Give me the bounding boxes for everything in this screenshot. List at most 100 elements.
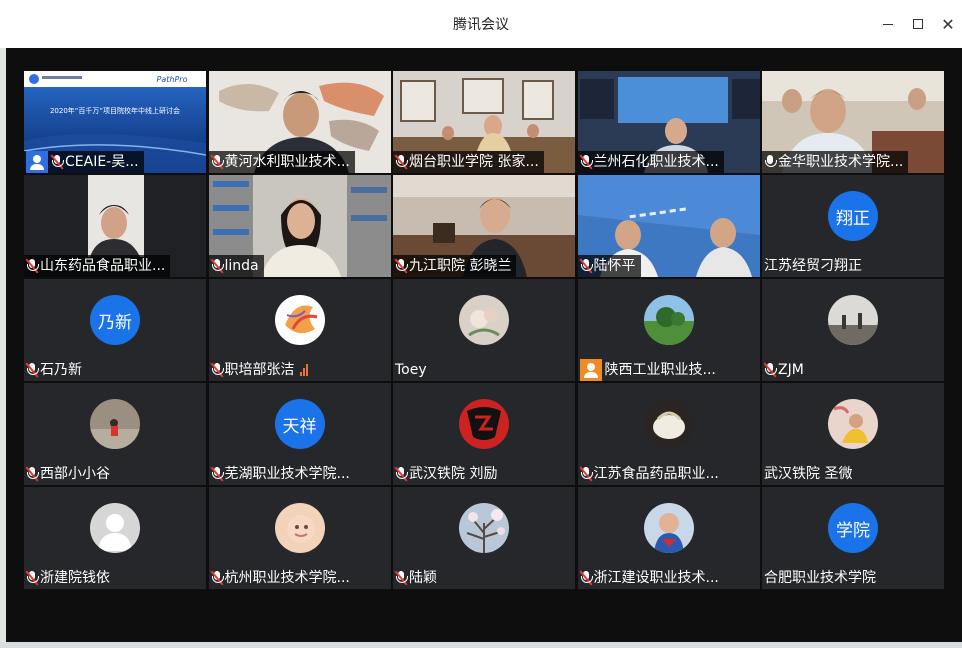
mic-muted-icon: [578, 154, 593, 170]
participant-label: ZJM: [762, 359, 809, 381]
participant-name: 金华职业技术学院...: [778, 154, 904, 170]
participant-tile[interactable]: 杭州职业技术学院...: [208, 487, 391, 589]
participant-tile[interactable]: 浙江建设职业技术...: [577, 487, 760, 589]
mic-muted-icon: [578, 570, 593, 586]
mic-icon: [764, 154, 777, 170]
close-button[interactable]: ✕: [934, 10, 962, 38]
participant-label: 兰州石化职业技术...: [577, 151, 724, 173]
participant-tile[interactable]: 职培部张洁: [208, 279, 391, 381]
participant-label: Toey: [393, 359, 432, 381]
avatar: 天祥: [274, 399, 325, 449]
participant-grid: PathPro 2020年“百千万”项目院校年中线上研讨会 CEAIE-吴...…: [24, 71, 944, 589]
participant-tile[interactable]: 浙建院钱依: [24, 487, 206, 589]
mic-muted-icon: [209, 258, 224, 274]
mic-muted-icon: [578, 466, 593, 482]
participant-name: ZJM: [778, 362, 804, 378]
participant-label: 江苏经贸刁翔正: [762, 255, 867, 277]
participant-tile[interactable]: Toey: [393, 279, 575, 381]
avatar: [459, 399, 509, 449]
title-bar: 腾讯会议 ✕: [0, 0, 962, 48]
participant-label: 杭州职业技术学院...: [209, 567, 355, 589]
participant-label: 江苏食品药品职业...: [578, 463, 724, 485]
participant-label: 职培部张洁: [209, 359, 313, 381]
minimize-button[interactable]: [874, 10, 902, 38]
participant-tile[interactable]: 黄河水利职业技术...: [208, 71, 391, 173]
minimize-icon: [883, 23, 893, 25]
participant-tile[interactable]: 金华职业技术学院...: [762, 71, 944, 173]
participant-label: 武汉铁院 圣微: [762, 463, 857, 485]
participant-name: 山东药品食品职业...: [40, 258, 166, 274]
participant-label: 烟台职业学院 张家...: [393, 151, 544, 173]
mic-muted-icon: [50, 154, 64, 170]
participant-tile[interactable]: 陕西工业职业技...: [577, 279, 760, 381]
participant-name: 石乃新: [40, 362, 82, 378]
participant-name: 职培部张洁: [224, 362, 295, 378]
user-icon: [26, 151, 48, 173]
participant-label: 金华职业技术学院...: [762, 151, 909, 173]
participant-name: 江苏食品药品职业...: [593, 466, 719, 482]
avatar: [274, 503, 325, 553]
maximize-button[interactable]: [904, 10, 932, 38]
participant-tile[interactable]: 烟台职业学院 张家...: [393, 71, 575, 173]
participant-name: 烟台职业学院 张家...: [409, 154, 539, 170]
participant-tile[interactable]: linda: [208, 175, 391, 277]
avatar: [643, 295, 694, 345]
participant-tile[interactable]: 学院合肥职业技术学院: [762, 487, 944, 589]
avatar: 乃新: [90, 295, 140, 345]
participant-label: 九江职院 彭晓兰: [393, 255, 517, 277]
avatar: [459, 295, 509, 345]
mic-muted-icon: [394, 466, 408, 482]
avatar: [643, 503, 694, 553]
user-icon: [579, 359, 602, 381]
participant-name: linda: [224, 258, 259, 274]
participant-name: 西部小小谷: [40, 466, 110, 482]
avatar: [828, 295, 878, 345]
participant-tile[interactable]: 武汉铁院 圣微: [762, 383, 944, 485]
mic-muted-icon: [209, 362, 224, 378]
participant-name: 杭州职业技术学院...: [224, 570, 350, 586]
participant-tile[interactable]: ▬ ▬ ▬ ▬ ▬ ▬ 陆怀平: [577, 175, 760, 277]
participant-tile[interactable]: 乃新石乃新: [24, 279, 206, 381]
mic-muted-icon: [209, 466, 224, 482]
participant-tile[interactable]: 九江职院 彭晓兰: [393, 175, 575, 277]
avatar: 学院: [828, 503, 878, 553]
participant-label: 陆怀平: [577, 255, 641, 277]
mic-muted-icon: [394, 258, 408, 274]
mic-muted-icon: [763, 362, 777, 378]
participant-label: 陕西工业职业技...: [578, 359, 721, 381]
participant-name: 陕西工业职业技...: [604, 362, 716, 378]
mic-muted-icon: [209, 570, 224, 586]
mic-muted-icon: [209, 154, 224, 170]
participant-name: 武汉铁院 刘励: [409, 466, 498, 482]
participant-tile[interactable]: 山东药品食品职业...: [24, 175, 206, 277]
participant-label: 芜湖职业技术学院...: [209, 463, 355, 485]
participant-tile[interactable]: 兰州石化职业技术...: [577, 71, 760, 173]
participant-name: 陆颖: [409, 570, 437, 586]
participant-label: 合肥职业技术学院: [762, 567, 881, 589]
avatar: [643, 399, 694, 449]
participant-tile[interactable]: 江苏食品药品职业...: [577, 383, 760, 485]
participant-name: 浙江建设职业技术...: [593, 570, 719, 586]
participant-tile[interactable]: 陆颖: [393, 487, 575, 589]
participant-name: 芜湖职业技术学院...: [224, 466, 350, 482]
participant-tile[interactable]: 西部小小谷: [24, 383, 206, 485]
avatar: [90, 399, 140, 449]
window-title: 腾讯会议: [453, 17, 509, 33]
desktop-edge-bottom: [0, 642, 962, 648]
participant-tile[interactable]: 翔正江苏经贸刁翔正: [762, 175, 944, 277]
participant-name: 合肥职业技术学院: [764, 570, 876, 586]
participant-name: 黄河水利职业技术...: [224, 154, 350, 170]
participant-tile[interactable]: ZJM: [762, 279, 944, 381]
participant-label: 武汉铁院 刘励: [393, 463, 502, 485]
participant-label: 西部小小谷: [24, 463, 115, 485]
participant-name: 九江职院 彭晓兰: [409, 258, 512, 274]
participant-label: 黄河水利职业技术...: [208, 151, 355, 173]
participant-tile[interactable]: 天祥芜湖职业技术学院...: [208, 383, 391, 485]
participant-tile[interactable]: PathPro 2020年“百千万”项目院校年中线上研讨会 CEAIE-吴...: [24, 71, 206, 173]
avatar: 翔正: [828, 191, 878, 241]
participant-tile[interactable]: 武汉铁院 刘励: [393, 383, 575, 485]
participant-label: CEAIE-吴...: [24, 151, 144, 173]
slide-brand: PathPro: [157, 75, 188, 84]
mic-muted-icon: [394, 154, 408, 170]
avatar: [274, 295, 325, 345]
